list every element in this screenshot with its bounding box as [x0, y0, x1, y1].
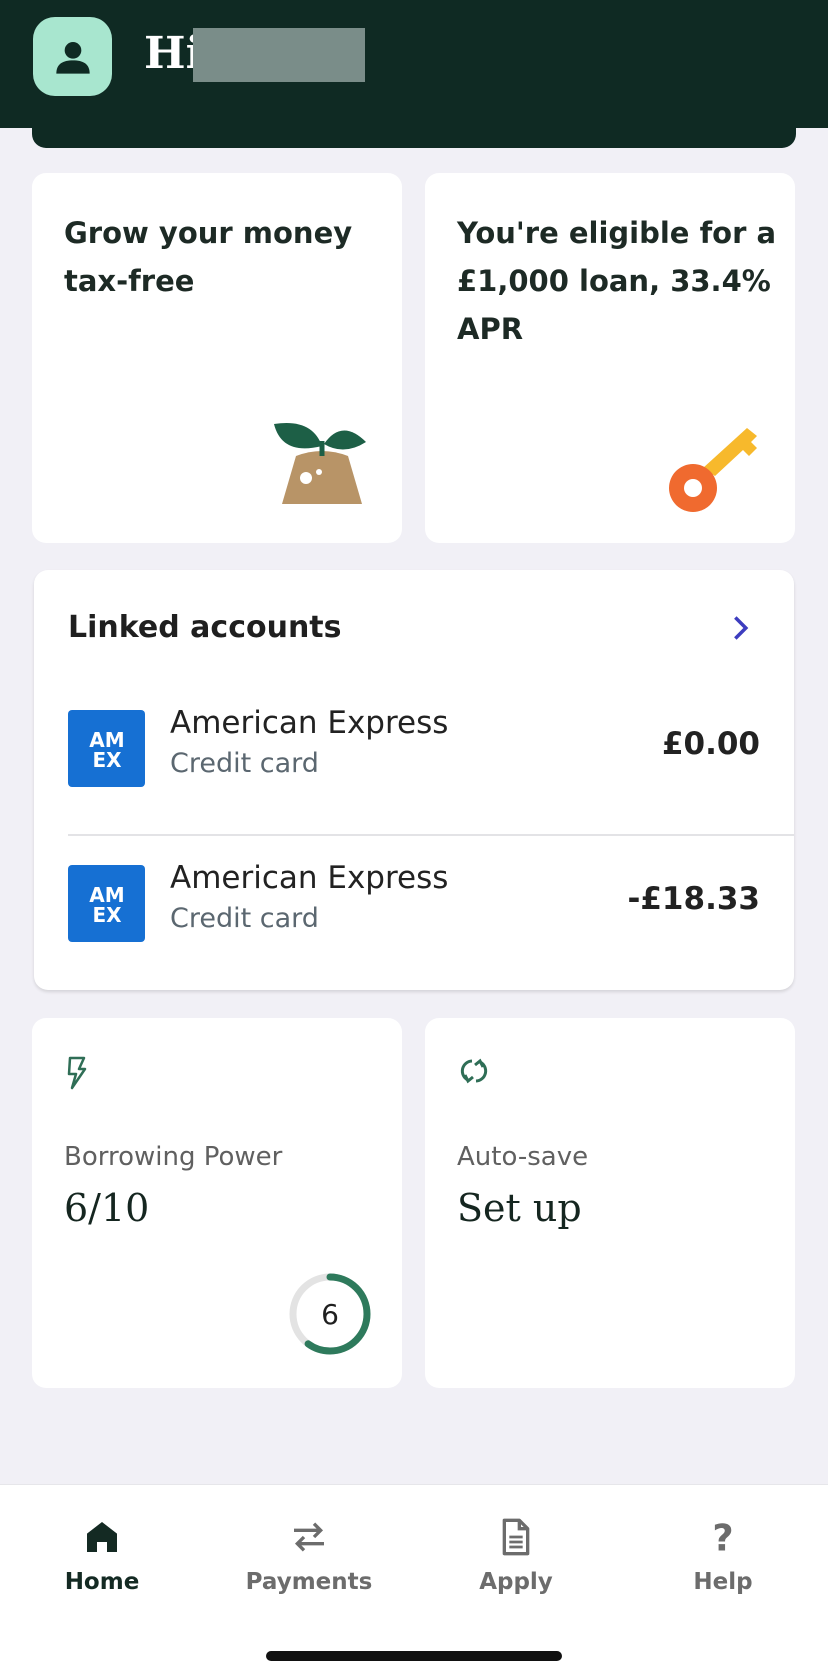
nav-payments[interactable]: Payments: [229, 1517, 389, 1595]
redacted-username: [193, 28, 365, 82]
home-icon: [87, 1522, 117, 1552]
amex-logo-icon: AM EX: [68, 865, 145, 942]
amex-logo-icon: AM EX: [68, 710, 145, 787]
key-icon: [669, 428, 757, 512]
score-number: 6: [321, 1298, 339, 1331]
profile-avatar-button[interactable]: [33, 17, 112, 96]
promo-card-isa[interactable]: Grow your money tax-free: [32, 173, 402, 543]
nav-home[interactable]: Home: [22, 1517, 182, 1595]
nav-help[interactable]: ? Help: [643, 1516, 803, 1595]
nav-apply-label: Apply: [479, 1569, 553, 1595]
home-indicator: [266, 1651, 562, 1661]
svg-text:EX: EX: [92, 748, 122, 771]
document-icon: [502, 1518, 530, 1556]
svg-text:EX: EX: [92, 903, 122, 926]
linked-accounts-title: Linked accounts: [68, 610, 342, 645]
account-balance: £0.00: [661, 726, 760, 762]
autosave-card[interactable]: Auto-save Set up: [425, 1018, 795, 1388]
promo-card-loan[interactable]: You're eligible for a £1,000 loan, 33.4%…: [425, 173, 795, 543]
app-header: Hi: [0, 0, 828, 128]
nav-help-label: Help: [693, 1569, 753, 1595]
account-row[interactable]: AM EX American Express Credit card -£18.…: [34, 835, 794, 989]
lightning-icon: [67, 1056, 87, 1090]
autosave-value: Set up: [457, 1186, 582, 1230]
promo-title: You're eligible for a £1,000 loan, 33.4%…: [457, 216, 777, 346]
svg-text:?: ?: [712, 1517, 733, 1557]
nav-home-label: Home: [64, 1569, 140, 1595]
nav-apply[interactable]: Apply: [436, 1517, 596, 1595]
sync-icon: [460, 1058, 488, 1084]
account-name: American Express: [170, 705, 449, 741]
nav-payments-label: Payments: [245, 1569, 373, 1595]
person-icon: [55, 41, 90, 74]
account-row[interactable]: AM EX American Express Credit card £0.00: [34, 680, 794, 834]
autosave-label: Auto-save: [457, 1142, 589, 1172]
header-bottom-tab: [32, 118, 796, 148]
account-name: American Express: [170, 860, 449, 896]
chevron-right-icon[interactable]: [726, 614, 754, 642]
linked-accounts-card: Linked accounts AM EX American Express C…: [34, 570, 794, 990]
promo-title: Grow your money tax-free: [64, 216, 353, 298]
question-icon: ?: [712, 1516, 733, 1559]
borrowing-power-value: 6/10: [64, 1186, 150, 1230]
transfer-icon: [294, 1522, 324, 1552]
account-type: Credit card: [170, 903, 319, 934]
account-balance: -£18.33: [627, 881, 761, 917]
borrowing-power-card[interactable]: Borrowing Power 6/10 6: [32, 1018, 402, 1388]
borrowing-power-label: Borrowing Power: [64, 1142, 283, 1172]
plant-icon: [274, 422, 366, 504]
account-type: Credit card: [170, 748, 319, 779]
score-ring: 6: [289, 1273, 371, 1355]
